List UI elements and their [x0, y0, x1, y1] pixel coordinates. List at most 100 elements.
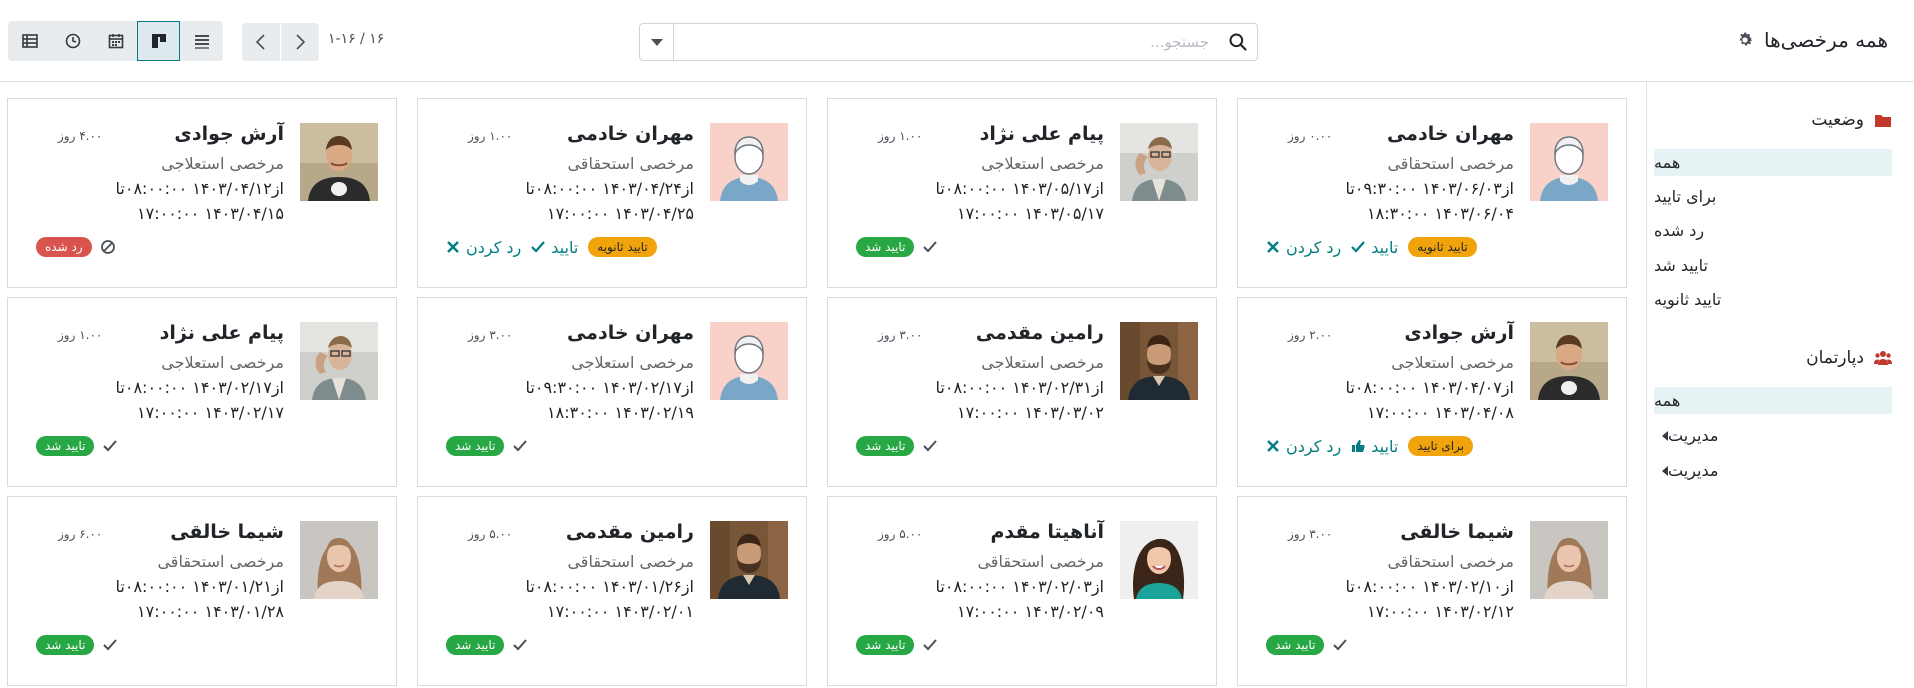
- caret-left-icon[interactable]: [1662, 465, 1668, 476]
- employee-name: آرش جوادی: [1404, 322, 1514, 344]
- status-filter-refused[interactable]: رد شده: [1654, 217, 1892, 244]
- leave-type: مرخصی استحقاقی: [1387, 154, 1514, 173]
- avatar: [1530, 322, 1608, 400]
- thumbs-up-icon: [1351, 439, 1365, 453]
- leave-card[interactable]: آناهیتا مقدم ۵.۰۰ روز مرخصی استحقاقی از۱…: [827, 496, 1217, 686]
- check-icon: [922, 637, 938, 653]
- calendar-icon: [108, 34, 123, 49]
- refuse-label: رد کردن: [466, 237, 522, 257]
- status-badge: تایید شد: [856, 237, 915, 257]
- approve-label: تایید: [551, 237, 579, 257]
- card-footer: تایید شد: [36, 435, 118, 457]
- leave-card[interactable]: رامین مقدمی ۳.۰۰ روز مرخصی استعلاجی از۱۴…: [827, 297, 1217, 487]
- leave-type: مرخصی استعلاجی: [981, 353, 1104, 372]
- close-icon: [1266, 240, 1280, 254]
- list-icon: [194, 35, 209, 49]
- avatar: [710, 123, 788, 201]
- search-options-toggle[interactable]: [640, 24, 674, 60]
- chevron-left-icon: [255, 34, 265, 50]
- status-section-header: وضعیت: [1811, 110, 1892, 130]
- view-list-button[interactable]: [180, 21, 223, 61]
- card-footer: رد شده: [36, 236, 116, 258]
- caret-left-icon[interactable]: [1662, 430, 1668, 441]
- leave-card[interactable]: پیام علی نژاد ۱.۰۰ روز مرخصی استعلاجی از…: [7, 297, 397, 487]
- avatar: [1120, 123, 1198, 201]
- status-filter-all[interactable]: همه: [1654, 149, 1892, 176]
- approve-button[interactable]: تایید: [1351, 238, 1398, 257]
- close-icon: [1266, 439, 1280, 453]
- leave-card[interactable]: آرش جوادی ۲.۰۰ روز مرخصی استعلاجی از۱۴۰۳…: [1237, 297, 1627, 487]
- leave-type: مرخصی استحقاقی: [567, 154, 694, 173]
- chevron-down-icon: [650, 38, 663, 46]
- card-actions: برای تایید تایید رد کردن: [1266, 436, 1474, 456]
- employee-name: شیما خالقی: [1400, 521, 1514, 543]
- pager-previous-button[interactable]: [242, 23, 280, 61]
- leave-type: مرخصی استعلاجی: [981, 154, 1104, 173]
- status-badge: تایید شد: [856, 635, 915, 655]
- employee-name: پیام علی نژاد: [159, 322, 284, 344]
- view-calendar-button[interactable]: [94, 21, 137, 61]
- leave-start: از۱۴۰۳/۰۲/۳۱ ۰۸:۰۰:۰۰تا: [935, 378, 1104, 397]
- status-filter-label: برای تایید: [1654, 187, 1717, 206]
- clock-icon: [65, 33, 80, 49]
- leave-start: از۱۴۰۳/۰۵/۱۷ ۰۸:۰۰:۰۰تا: [935, 179, 1104, 198]
- leave-start: از۱۴۰۳/۰۶/۰۳ ۰۹:۳۰:۰۰تا: [1345, 179, 1514, 198]
- card-footer: تایید ثانویه تایید رد کردن: [1266, 236, 1477, 258]
- gear-icon[interactable]: [1736, 31, 1754, 49]
- view-pivot-button[interactable]: [8, 21, 51, 61]
- department-filter-all[interactable]: همه: [1654, 387, 1892, 414]
- pager-next-button[interactable]: [281, 23, 319, 61]
- leave-type: مرخصی استعلاجی: [1391, 353, 1514, 372]
- leave-type: مرخصی استعلاجی: [161, 353, 284, 372]
- leave-card[interactable]: شیما خالقی ۳.۰۰ روز مرخصی استحقاقی از۱۴۰…: [1237, 496, 1627, 686]
- search-input[interactable]: [674, 25, 1219, 59]
- pivot-icon: [21, 34, 38, 48]
- card-footer: تایید شد: [446, 435, 528, 457]
- refuse-button[interactable]: رد کردن: [1266, 238, 1341, 257]
- page-title: همه مرخصی‌ها: [1764, 28, 1888, 52]
- leave-start: از۱۴۰۳/۰۲/۱۷ ۰۸:۰۰:۰۰تا: [115, 378, 284, 397]
- department-section-label: دپارتمان: [1806, 348, 1864, 368]
- leave-duration: ۳.۰۰ روز: [878, 328, 923, 342]
- approve-button[interactable]: تایید: [531, 238, 578, 257]
- leave-end: ۱۴۰۳/۰۵/۱۷ ۱۷:۰۰:۰۰: [957, 204, 1104, 223]
- leave-duration: ۵.۰۰ روز: [878, 527, 923, 541]
- leave-card[interactable]: مهران خادمی ۰.۰۰ روز مرخصی استحقاقی از۱۴…: [1237, 98, 1627, 288]
- refuse-button[interactable]: رد کردن: [1266, 437, 1341, 456]
- status-filter-to-approve[interactable]: برای تایید: [1654, 183, 1892, 210]
- employee-name: آناهیتا مقدم: [990, 521, 1104, 543]
- leave-card[interactable]: رامین مقدمی ۵.۰۰ روز مرخصی استحقاقی از۱۴…: [417, 496, 807, 686]
- check-icon: [1332, 637, 1348, 653]
- leave-start: از۱۴۰۳/۰۴/۰۷ ۰۸:۰۰:۰۰تا: [1345, 378, 1514, 397]
- card-actions: تایید ثانویه تایید رد کردن: [446, 237, 657, 257]
- control-panel: همه مرخصی‌ها ۱-۱۶ / ۱۶: [0, 0, 1914, 82]
- status-filter-second-approval[interactable]: تایید ثانویه: [1654, 286, 1892, 313]
- department-filter-management-2[interactable]: مدیریت: [1654, 457, 1892, 484]
- leave-duration: ۴.۰۰ روز: [58, 129, 103, 143]
- leave-card[interactable]: مهران خادمی ۱.۰۰ روز مرخصی استحقاقی از۱۴…: [417, 98, 807, 288]
- refuse-button[interactable]: رد کردن: [446, 238, 521, 257]
- department-filter-management-1[interactable]: مدیریت: [1654, 422, 1892, 449]
- status-filter-label: همه: [1654, 153, 1681, 172]
- ban-icon: [100, 239, 116, 255]
- leave-type: مرخصی استحقاقی: [977, 552, 1104, 571]
- approve-button[interactable]: تایید: [1351, 437, 1398, 456]
- leave-card[interactable]: شیما خالقی ۶.۰۰ روز مرخصی استحقاقی از۱۴۰…: [7, 496, 397, 686]
- leave-start: از۱۴۰۳/۰۱/۲۱ ۰۸:۰۰:۰۰تا: [115, 577, 284, 596]
- pager-value[interactable]: ۱-۱۶ / ۱۶: [328, 31, 384, 47]
- leave-type: مرخصی استحقاقی: [1387, 552, 1514, 571]
- leave-end: ۱۴۰۳/۰۶/۰۴ ۱۸:۳۰:۰۰: [1367, 204, 1514, 223]
- department-filter-label: مدیریت: [1668, 426, 1719, 445]
- leave-card[interactable]: آرش جوادی ۴.۰۰ روز مرخصی استعلاجی از۱۴۰۳…: [7, 98, 397, 288]
- leave-duration: ۲.۰۰ روز: [1288, 328, 1333, 342]
- status-filter-approved[interactable]: تایید شد: [1654, 252, 1892, 279]
- search-icon[interactable]: [1219, 24, 1257, 60]
- view-activity-button[interactable]: [51, 21, 94, 61]
- view-kanban-button[interactable]: [137, 21, 180, 61]
- leave-end: ۱۴۰۳/۰۴/۱۵ ۱۷:۰۰:۰۰: [137, 204, 284, 223]
- leave-card[interactable]: مهران خادمی ۳.۰۰ روز مرخصی استعلاجی از۱۴…: [417, 297, 807, 487]
- check-icon: [512, 637, 528, 653]
- card-footer: تایید شد: [856, 634, 938, 656]
- leave-card[interactable]: پیام علی نژاد ۱.۰۰ روز مرخصی استعلاجی از…: [827, 98, 1217, 288]
- leave-end: ۱۴۰۳/۰۲/۰۱ ۱۷:۰۰:۰۰: [547, 602, 694, 621]
